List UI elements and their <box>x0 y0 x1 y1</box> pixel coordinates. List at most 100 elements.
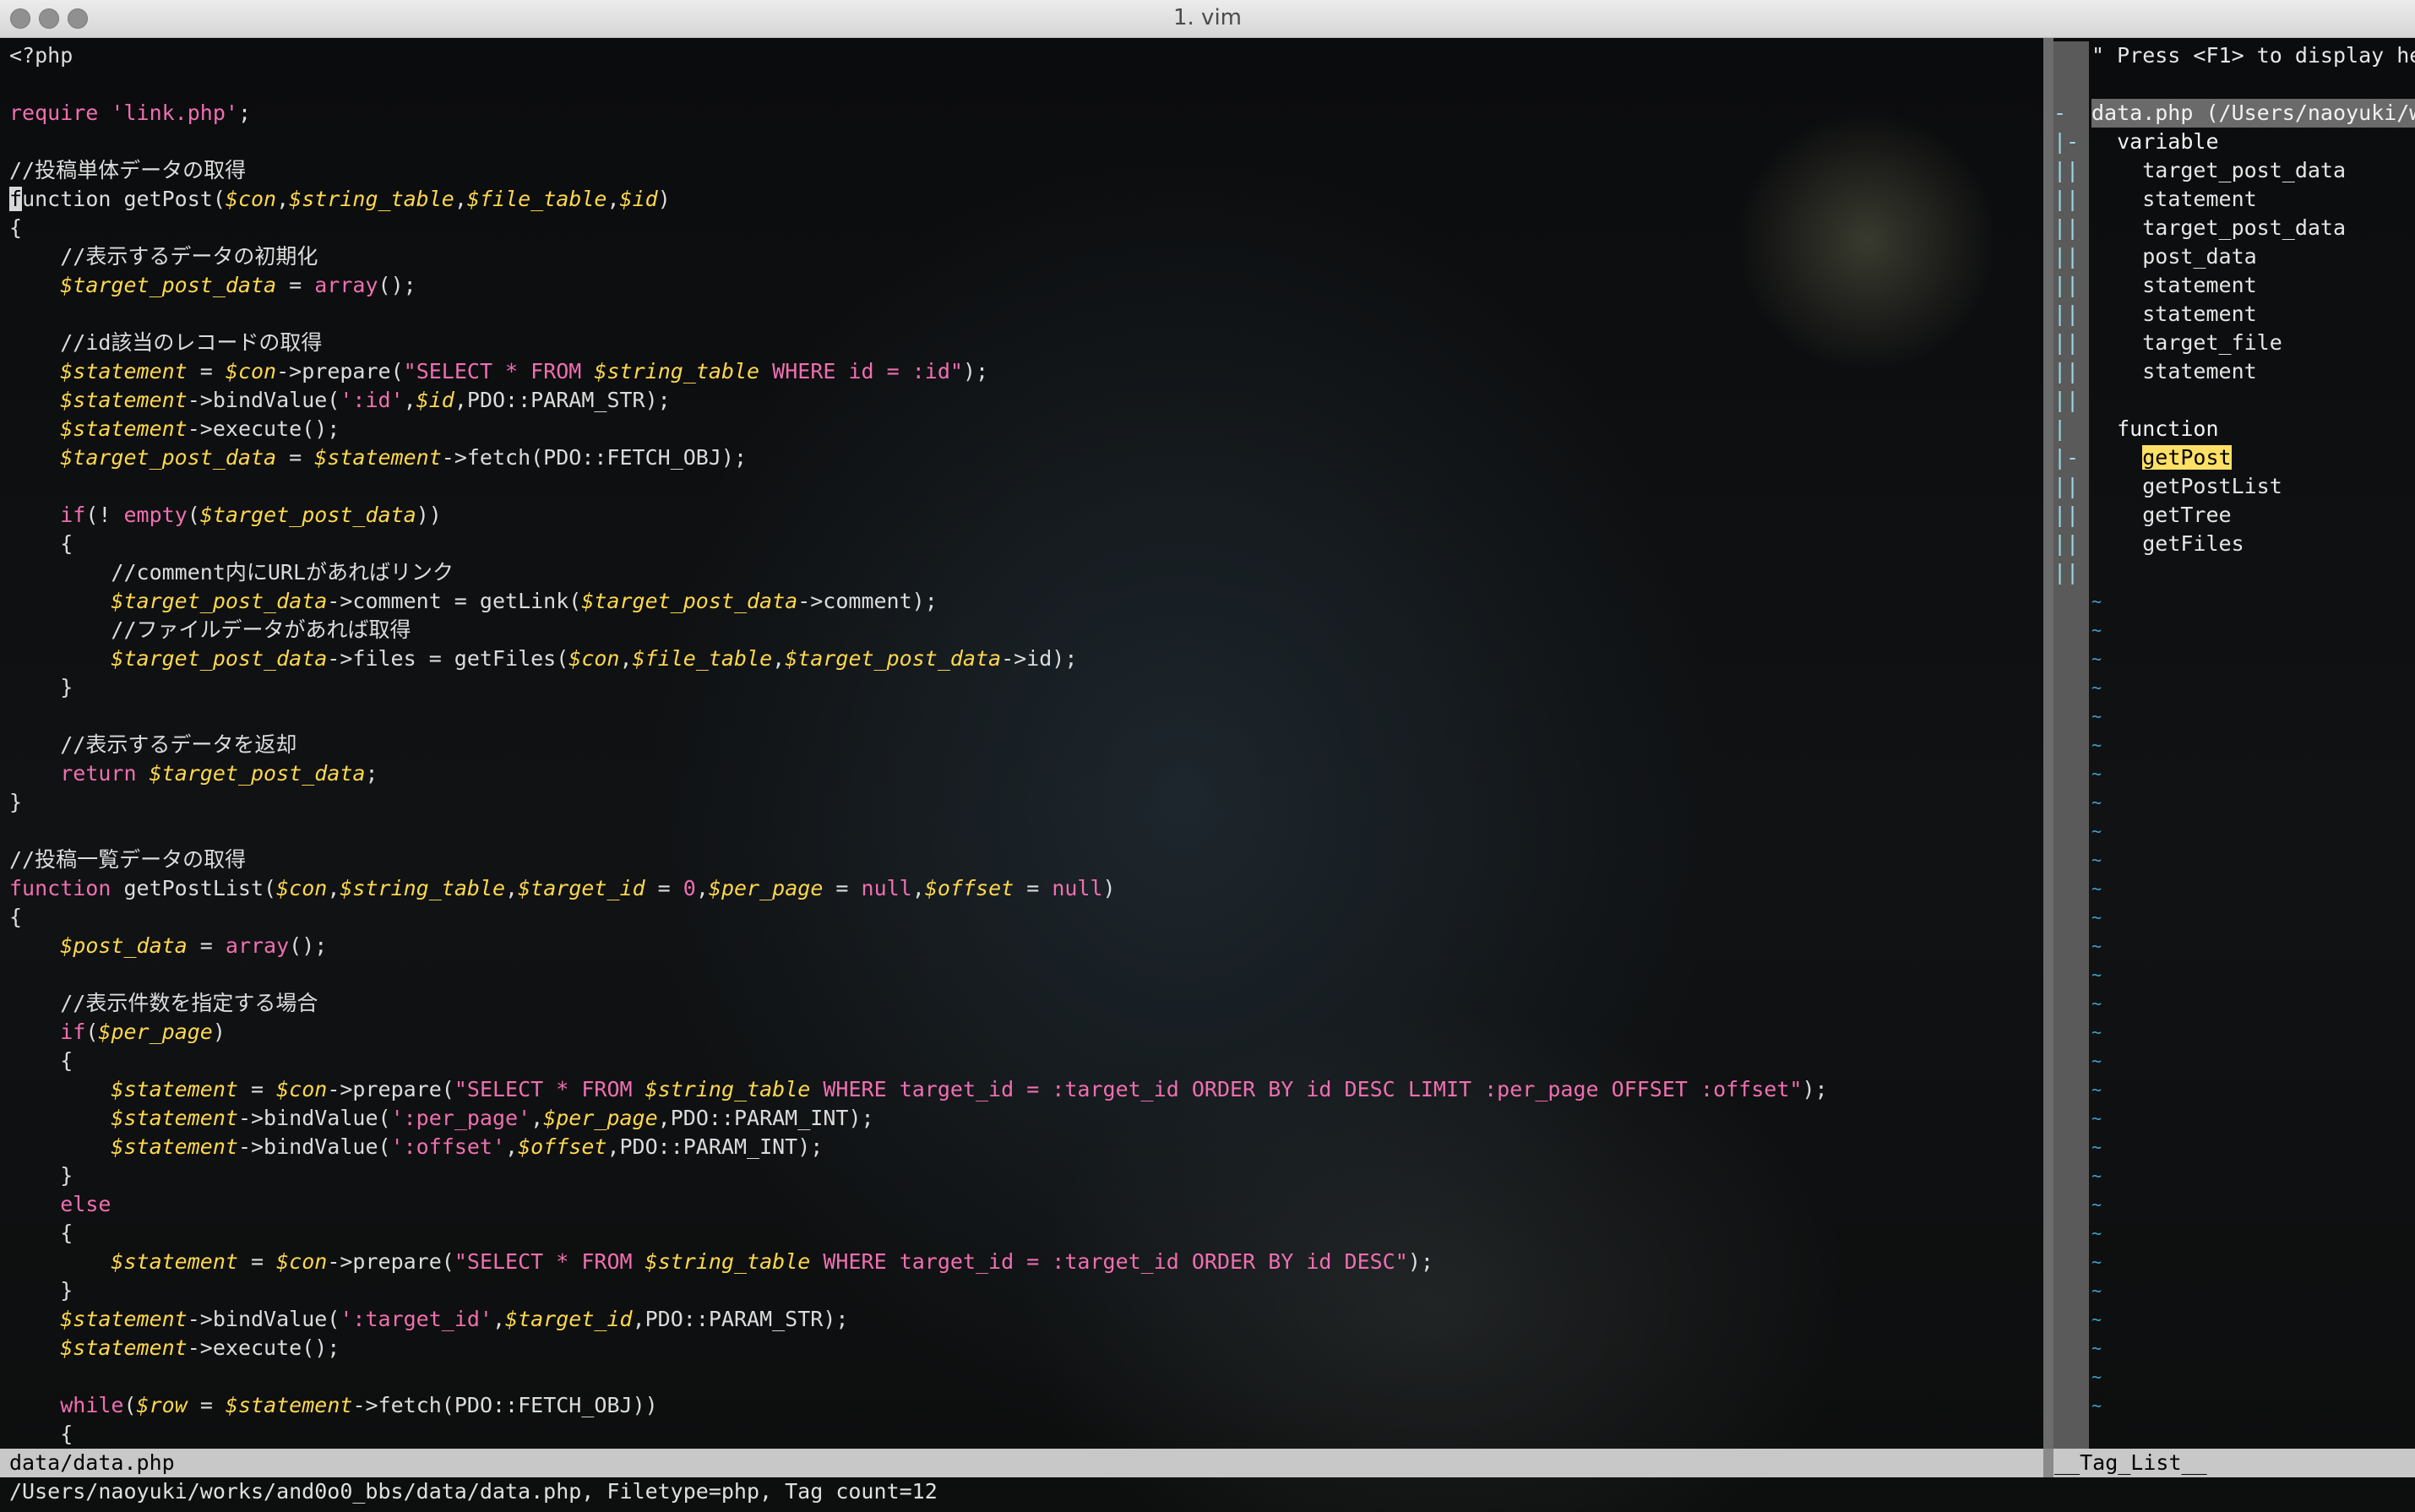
fold-marker[interactable]: || <box>2053 242 2089 271</box>
code-line[interactable] <box>9 128 2037 156</box>
taglist-empty-line-marker: ~ <box>2091 1137 2102 1157</box>
code-line[interactable]: if(! empty($target_post_data)) <box>9 501 2037 530</box>
fold-marker[interactable]: | <box>2053 415 2089 443</box>
code-line[interactable]: { <box>9 214 2037 242</box>
code-line[interactable] <box>9 300 2037 329</box>
code-line[interactable]: { <box>9 1219 2037 1248</box>
code-line[interactable]: $statement->bindValue(':target_id',$targ… <box>9 1305 2037 1334</box>
code-line[interactable]: } <box>9 1276 2037 1305</box>
vertical-split-divider[interactable] <box>2043 38 2053 1449</box>
code-line[interactable]: //id該当のレコードの取得 <box>9 329 2037 357</box>
code-line[interactable]: if($per_page) <box>9 1018 2037 1047</box>
taglist-tag-item[interactable]: target_post_data <box>2091 214 2415 242</box>
code-line[interactable] <box>9 70 2037 99</box>
taglist-blank <box>2091 386 2415 415</box>
code-line[interactable]: $statement->bindValue(':per_page',$per_p… <box>9 1104 2037 1133</box>
code-line[interactable]: return $target_post_data; <box>9 759 2037 788</box>
taglist-file-header[interactable]: data.php (/Users/naoyuki/wo <box>2091 99 2415 128</box>
taglist-tag-item[interactable]: statement <box>2091 300 2415 329</box>
code-line[interactable] <box>9 702 2037 731</box>
code-line[interactable]: //表示するデータの初期化 <box>9 242 2037 271</box>
code-line[interactable] <box>9 960 2037 989</box>
code-line[interactable]: { <box>9 1420 2037 1445</box>
code-line[interactable]: { <box>9 1047 2037 1075</box>
code-line[interactable]: require 'link.php'; <box>9 99 2037 128</box>
code-line[interactable]: $statement = $con->prepare("SELECT * FRO… <box>9 1075 2037 1104</box>
taglist-pane[interactable]: " Press <F1> to display hel data.php (/U… <box>2091 41 2415 1445</box>
code-line[interactable] <box>9 1362 2037 1391</box>
code-line[interactable]: $statement->execute(); <box>9 1334 2037 1362</box>
taglist-empty-line-marker: ~ <box>2091 1223 2102 1243</box>
code-line[interactable]: $target_post_data = array(); <box>9 271 2037 300</box>
taglist-tag-item[interactable]: target_post_data <box>2091 156 2415 185</box>
taglist-tag-item[interactable]: getPost <box>2091 443 2415 472</box>
fold-marker[interactable]: - <box>2053 99 2089 128</box>
fold-marker[interactable]: || <box>2053 329 2089 357</box>
taglist-kind-variable[interactable]: variable <box>2091 128 2415 156</box>
fold-marker[interactable]: || <box>2053 271 2089 300</box>
fold-marker[interactable]: || <box>2053 300 2089 329</box>
code-line[interactable]: //投稿単体データの取得 <box>9 156 2037 185</box>
fold-marker[interactable] <box>2053 41 2089 70</box>
taglist-fold-column: - |- || || || || || || || || || | |- || || || || <box>2053 41 2089 1449</box>
code-line[interactable]: $statement->bindValue(':offset',$offset,… <box>9 1133 2037 1161</box>
code-line[interactable]: $target_post_data = $statement->fetch(PD… <box>9 443 2037 472</box>
taglist-tag-item[interactable]: getPostList <box>2091 472 2415 501</box>
code-line[interactable]: $statement->bindValue(':id',$id,PDO::PAR… <box>9 386 2037 415</box>
code-line[interactable]: $statement = $con->prepare("SELECT * FRO… <box>9 357 2037 386</box>
taglist-empty-line-marker: ~ <box>2091 1252 2102 1272</box>
fold-marker[interactable]: |- <box>2053 128 2089 156</box>
code-line[interactable] <box>9 472 2037 501</box>
fold-marker[interactable]: || <box>2053 386 2089 415</box>
code-line[interactable]: $post_data = array(); <box>9 932 2037 960</box>
code-line[interactable]: //投稿一覧データの取得 <box>9 846 2037 874</box>
fold-marker[interactable]: || <box>2053 214 2089 242</box>
title-bar: 1. vim <box>0 0 2415 38</box>
code-line[interactable]: else <box>9 1190 2037 1219</box>
code-line[interactable]: //表示するデータを返却 <box>9 731 2037 759</box>
fold-marker[interactable]: || <box>2053 357 2089 386</box>
taglist-tag-label: target_file <box>2142 330 2282 355</box>
fold-marker[interactable]: |- <box>2053 443 2089 472</box>
code-line[interactable]: $target_post_data->files = getFiles($con… <box>9 645 2037 673</box>
fold-marker[interactable]: || <box>2053 185 2089 214</box>
code-line[interactable]: //表示件数を指定する場合 <box>9 989 2037 1018</box>
code-line[interactable]: function getPostList($con,$string_table,… <box>9 874 2037 903</box>
code-line[interactable]: { <box>9 903 2037 932</box>
code-line[interactable]: //comment内にURLがあればリンク <box>9 558 2037 587</box>
taglist-tag-item[interactable]: statement <box>2091 357 2415 386</box>
taglist-tag-item[interactable]: getFiles <box>2091 530 2415 558</box>
code-line[interactable]: } <box>9 1161 2037 1190</box>
fold-marker[interactable]: || <box>2053 472 2089 501</box>
code-line[interactable]: } <box>9 673 2037 702</box>
code-line[interactable]: { <box>9 530 2037 558</box>
taglist-empty-line-marker: ~ <box>2091 735 2102 755</box>
taglist-tag-label: target_post_data <box>2142 158 2347 182</box>
taglist-tag-item[interactable]: post_data <box>2091 242 2415 271</box>
code-line[interactable]: <?php <box>9 41 2037 70</box>
code-line[interactable]: function getPost($con,$string_table,$fil… <box>9 185 2037 214</box>
taglist-empty-line-marker: ~ <box>2091 878 2102 899</box>
taglist-kind-function[interactable]: function <box>2091 415 2415 443</box>
code-editor-pane[interactable]: <?php require 'link.php'; //投稿単体データの取得 fu… <box>9 41 2037 1445</box>
taglist-tag-item[interactable]: statement <box>2091 271 2415 300</box>
code-line[interactable]: //ファイルデータがあれば取得 <box>9 616 2037 645</box>
code-line[interactable]: $target_post_data->comment = getLink($ta… <box>9 587 2037 616</box>
fold-marker[interactable] <box>2053 70 2089 99</box>
code-line[interactable]: while($row = $statement->fetch(PDO::FETC… <box>9 1391 2037 1420</box>
code-line[interactable] <box>9 817 2037 846</box>
code-line[interactable]: } <box>9 788 2037 817</box>
fold-marker[interactable]: || <box>2053 530 2089 558</box>
fold-marker[interactable]: || <box>2053 156 2089 185</box>
code-line[interactable]: $statement->execute(); <box>9 415 2037 443</box>
taglist-tag-item[interactable]: getTree <box>2091 501 2415 530</box>
terminal-area[interactable]: <?php require 'link.php'; //投稿単体データの取得 fu… <box>0 38 2415 1512</box>
code-line[interactable]: $statement = $con->prepare("SELECT * FRO… <box>9 1248 2037 1276</box>
taglist-tag-item[interactable]: target_file <box>2091 329 2415 357</box>
fold-marker[interactable]: || <box>2053 558 2089 587</box>
fold-marker[interactable]: || <box>2053 501 2089 530</box>
taglist-tag-item[interactable]: statement <box>2091 185 2415 214</box>
taglist-tag-label: getPostList <box>2142 474 2282 498</box>
command-line[interactable]: /Users/naoyuki/works/and0o0_bbs/data/dat… <box>9 1477 938 1506</box>
taglist-tag-label: getTree <box>2142 503 2232 527</box>
